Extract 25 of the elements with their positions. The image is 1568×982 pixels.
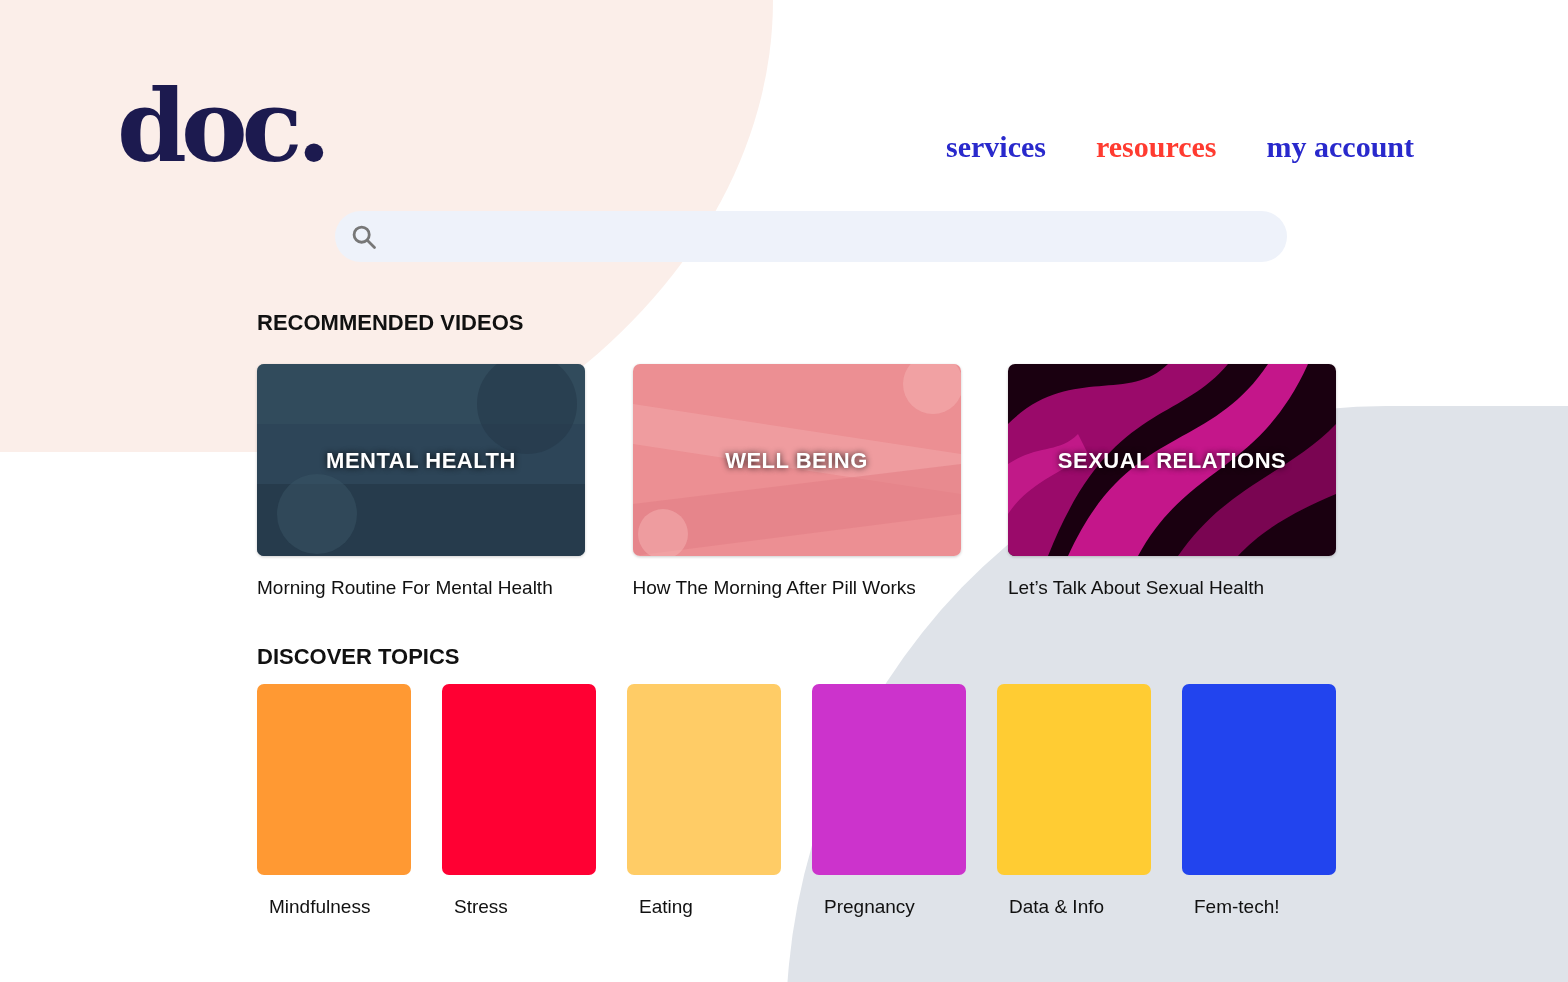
video-title[interactable]: Morning Routine For Mental Health xyxy=(257,577,585,599)
topic-tile[interactable] xyxy=(257,684,411,875)
nav-link[interactable]: my account xyxy=(1266,130,1414,164)
topic-tile[interactable] xyxy=(1182,684,1336,875)
section-heading: RECOMMENDED VIDEOS xyxy=(257,310,525,336)
topic-label[interactable]: Fem-tech! xyxy=(1194,896,1280,918)
topic-tile[interactable] xyxy=(812,684,966,875)
video-category: WELL BEING xyxy=(724,448,869,474)
video-title[interactable]: How The Morning After Pill Works xyxy=(632,577,961,599)
topic-tile[interactable] xyxy=(997,684,1151,875)
topic-label[interactable]: Data & Info xyxy=(1009,896,1105,918)
topic-label[interactable]: Stress xyxy=(454,896,508,918)
topic-tile[interactable] xyxy=(627,684,781,875)
topic-label[interactable]: Mindfulness xyxy=(269,896,371,918)
topic-label[interactable]: Pregnancy xyxy=(824,896,915,918)
nav-link[interactable]: services xyxy=(946,130,1046,164)
video-title[interactable]: Let’s Talk About Sexual Health xyxy=(1008,577,1336,599)
topic-tile[interactable] xyxy=(442,684,596,875)
section-heading: DISCOVER TOPICS xyxy=(257,644,461,670)
topic-label[interactable]: Eating xyxy=(639,896,693,918)
video-thumbnail[interactable]: MENTAL HEALTH xyxy=(257,364,585,556)
nav-link[interactable]: resources xyxy=(1096,130,1217,164)
video-category: MENTAL HEALTH xyxy=(325,448,517,474)
search-field[interactable] xyxy=(335,211,1287,262)
logo: doc. xyxy=(117,76,326,176)
